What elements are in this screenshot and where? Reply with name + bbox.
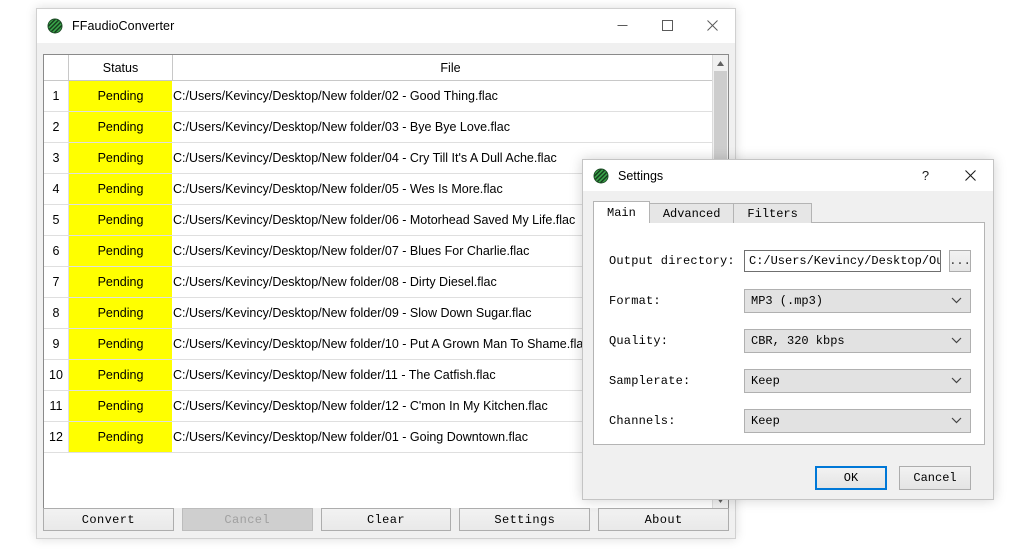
file-path: C:/Users/Kevincy/Desktop/New folder/03 -… xyxy=(172,111,728,143)
status-badge: Pending xyxy=(68,204,173,236)
window-controls xyxy=(600,9,735,42)
samplerate-row: Samplerate: Keep xyxy=(609,369,971,393)
tab-main[interactable]: Main xyxy=(593,201,650,223)
row-number: 2 xyxy=(44,111,69,143)
help-button[interactable]: ? xyxy=(903,160,948,191)
format-label: Format: xyxy=(609,294,661,308)
maximize-button[interactable] xyxy=(645,9,690,42)
row-number: 6 xyxy=(44,235,69,267)
app-icon xyxy=(593,168,609,184)
minimize-button[interactable] xyxy=(600,9,645,42)
table-row[interactable]: 1 Pending C:/Users/Kevincy/Desktop/New fol… xyxy=(44,80,728,112)
tab-advanced[interactable]: Advanced xyxy=(648,203,735,223)
status-badge: Pending xyxy=(68,80,173,112)
column-header-status[interactable]: Status xyxy=(68,55,173,81)
table-header-row: Status File xyxy=(44,55,728,81)
status-badge: Pending xyxy=(68,235,173,267)
channels-select[interactable]: Keep xyxy=(744,409,971,433)
main-titlebar: FFaudioConverter xyxy=(37,9,735,43)
close-button[interactable] xyxy=(690,9,735,42)
tab-filters[interactable]: Filters xyxy=(733,203,812,223)
dialog-controls: ? xyxy=(903,160,993,191)
status-badge: Pending xyxy=(68,266,173,298)
row-number: 1 xyxy=(44,80,69,112)
row-number: 7 xyxy=(44,266,69,298)
main-window-title: FFaudioConverter xyxy=(72,18,175,33)
format-select-value: MP3 (.mp3) xyxy=(751,294,824,308)
settings-tab-panel: Output directory: C:/Users/Kevincy/Deskt… xyxy=(593,222,985,445)
scroll-up-icon[interactable] xyxy=(713,55,728,71)
output-directory-label: Output directory: xyxy=(609,254,735,268)
clear-button[interactable]: Clear xyxy=(320,508,452,531)
settings-titlebar: Settings ? xyxy=(583,160,993,191)
table-row[interactable]: 2 Pending C:/Users/Kevincy/Desktop/New fol… xyxy=(44,111,728,143)
chevron-down-icon xyxy=(951,374,962,388)
settings-dialog-title: Settings xyxy=(618,168,664,183)
samplerate-select-value: Keep xyxy=(751,374,780,388)
settings-button[interactable]: Settings xyxy=(459,508,591,531)
status-badge: Pending xyxy=(68,390,173,422)
cancel-button: Cancel xyxy=(181,508,313,531)
format-row: Format: MP3 (.mp3) xyxy=(609,289,971,313)
quality-row: Quality: CBR, 320 kbps xyxy=(609,329,971,353)
samplerate-label: Samplerate: xyxy=(609,374,691,388)
status-badge: Pending xyxy=(68,142,173,174)
about-button[interactable]: About xyxy=(598,508,729,531)
row-number: 3 xyxy=(44,142,69,174)
quality-label: Quality: xyxy=(609,334,669,348)
settings-tabs: Main Advanced Filters xyxy=(593,201,812,223)
column-header-number[interactable] xyxy=(44,55,69,81)
quality-select-value: CBR, 320 kbps xyxy=(751,334,845,348)
format-select[interactable]: MP3 (.mp3) xyxy=(744,289,971,313)
row-number: 4 xyxy=(44,173,69,205)
dialog-close-button[interactable] xyxy=(948,160,993,191)
screen: FFaudioConverter Status File 1 Pending C… xyxy=(0,0,1013,554)
column-header-file[interactable]: File xyxy=(172,55,728,81)
status-badge: Pending xyxy=(68,359,173,391)
convert-button[interactable]: Convert xyxy=(43,508,174,531)
main-toolbar: Convert Cancel Clear Settings About xyxy=(37,508,735,538)
status-badge: Pending xyxy=(68,297,173,329)
quality-select[interactable]: CBR, 320 kbps xyxy=(744,329,971,353)
channels-row: Channels: Keep xyxy=(609,409,971,433)
row-number: 5 xyxy=(44,204,69,236)
ok-button[interactable]: OK xyxy=(815,466,887,490)
status-badge: Pending xyxy=(68,421,173,453)
status-badge: Pending xyxy=(68,173,173,205)
output-directory-input[interactable]: C:/Users/Kevincy/Desktop/Output xyxy=(744,250,941,272)
samplerate-select[interactable]: Keep xyxy=(744,369,971,393)
settings-dialog: Settings ? Main Advanced Filters Output … xyxy=(582,159,994,500)
chevron-down-icon xyxy=(951,334,962,348)
row-number: 10 xyxy=(44,359,69,391)
output-directory-row: Output directory: C:/Users/Kevincy/Deskt… xyxy=(609,249,971,273)
file-path: C:/Users/Kevincy/Desktop/New folder/02 -… xyxy=(172,80,728,112)
status-badge: Pending xyxy=(68,111,173,143)
row-number: 9 xyxy=(44,328,69,360)
channels-select-value: Keep xyxy=(751,414,780,428)
channels-label: Channels: xyxy=(609,414,676,428)
chevron-down-icon xyxy=(951,414,962,428)
dialog-cancel-button[interactable]: Cancel xyxy=(899,466,971,490)
status-badge: Pending xyxy=(68,328,173,360)
chevron-down-icon xyxy=(951,294,962,308)
row-number: 12 xyxy=(44,421,69,453)
file-table-head: Status File xyxy=(44,55,728,81)
row-number: 11 xyxy=(44,390,69,422)
browse-directory-button[interactable]: ... xyxy=(949,250,971,272)
row-number: 8 xyxy=(44,297,69,329)
app-icon xyxy=(47,18,63,34)
